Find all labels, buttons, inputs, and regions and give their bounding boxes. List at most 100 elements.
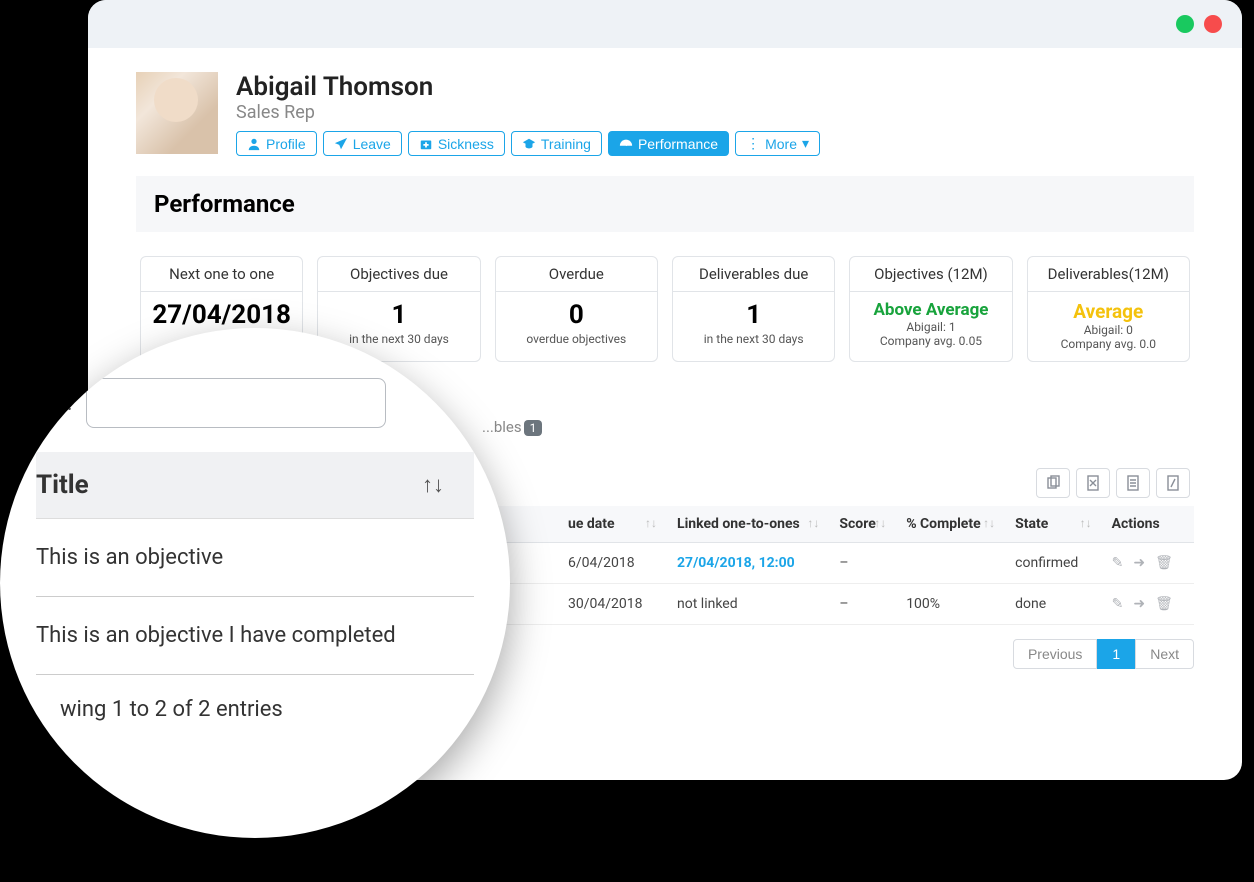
- objective-row[interactable]: This is an objective I have completed: [36, 597, 474, 675]
- cell-complete: 100%: [894, 584, 1003, 625]
- tab-profile-label: Profile: [266, 136, 306, 152]
- linked-one-to-one-link[interactable]: 27/04/2018, 12:00: [677, 555, 795, 571]
- card-deliverables-due: Deliverables due 1 in the next 30 days: [672, 256, 835, 362]
- card-line1: Abigail: 1: [850, 320, 1011, 334]
- cell-score: –: [827, 584, 894, 625]
- card-header: Deliverables(12M): [1028, 257, 1189, 292]
- search-label: rch:: [36, 391, 72, 416]
- profile-role: Sales Rep: [236, 102, 820, 123]
- tab-training[interactable]: Training: [511, 131, 602, 156]
- card-header: Deliverables due: [673, 257, 834, 292]
- go-icon[interactable]: ➜: [1133, 555, 1145, 571]
- title-column-header[interactable]: Title ↑↓: [36, 452, 474, 519]
- copy-icon: [1045, 475, 1061, 491]
- medkit-icon: [419, 137, 433, 151]
- tab-leave[interactable]: Leave: [323, 131, 402, 156]
- cell-state: done: [1003, 584, 1099, 625]
- table-info: wing 1 to 2 of 2 entries: [36, 675, 474, 722]
- tab-training-label: Training: [541, 136, 591, 152]
- cell-due: 30/04/2018: [556, 584, 665, 625]
- zoom-lens: rch: Title ↑↓ This is an objective This …: [0, 328, 510, 838]
- card-value: 27/04/2018: [141, 292, 302, 332]
- title-header-label: Title: [36, 470, 89, 500]
- export-csv-button[interactable]: [1116, 468, 1150, 498]
- prev-button[interactable]: Previous: [1013, 639, 1097, 669]
- tab-more[interactable]: ⋮ More ▾: [735, 131, 820, 156]
- go-icon[interactable]: ➜: [1133, 596, 1145, 612]
- export-pdf-button[interactable]: [1156, 468, 1190, 498]
- card-header: Next one to one: [141, 257, 302, 292]
- tab-sickness-label: Sickness: [438, 136, 494, 152]
- card-value: 0: [496, 292, 657, 332]
- sort-icon: ↑↓: [807, 516, 819, 530]
- card-sub: in the next 30 days: [673, 332, 834, 346]
- subtab-deliverables[interactable]: ...bles1: [476, 410, 548, 444]
- plane-icon: [334, 137, 348, 151]
- title-bar: [88, 0, 1242, 48]
- col-actions: Actions: [1100, 506, 1194, 543]
- more-dots-icon: ⋮: [746, 135, 760, 152]
- text-file-icon: [1125, 475, 1141, 491]
- col-linked[interactable]: Linked one-to-ones↑↓: [665, 506, 827, 543]
- card-deliverables-12m: Deliverables(12M) Average Abigail: 0 Com…: [1027, 256, 1190, 362]
- col-complete[interactable]: % Complete↑↓: [894, 506, 1003, 543]
- cell-complete: [894, 543, 1003, 584]
- col-state[interactable]: State↑↓: [1003, 506, 1099, 543]
- tab-performance[interactable]: Performance: [608, 131, 729, 156]
- cell-score: –: [827, 543, 894, 584]
- objective-row[interactable]: This is an objective: [36, 519, 474, 597]
- card-line2: Company avg. 0.0: [1028, 337, 1189, 351]
- cell-state: confirmed: [1003, 543, 1099, 584]
- card-sub: overdue objectives: [496, 332, 657, 346]
- cell-linked: 27/04/2018, 12:00: [665, 543, 827, 584]
- col-score[interactable]: Score↑↓: [827, 506, 894, 543]
- export-excel-button[interactable]: [1076, 468, 1110, 498]
- tab-profile[interactable]: Profile: [236, 131, 317, 156]
- card-rating: Above Average: [850, 292, 1011, 320]
- edit-icon[interactable]: ✎: [1112, 555, 1124, 571]
- card-value: 1: [318, 292, 479, 332]
- profile-name: Abigail Thomson: [236, 72, 820, 102]
- card-header: Objectives due: [318, 257, 479, 292]
- pdf-file-icon: [1165, 475, 1181, 491]
- card-overdue: Overdue 0 overdue objectives: [495, 256, 658, 362]
- person-icon: [247, 137, 261, 151]
- card-line2: Company avg. 0.05: [850, 334, 1011, 348]
- chevron-down-icon: ▾: [802, 135, 809, 152]
- section-heading: Performance: [136, 176, 1194, 232]
- sort-icon: ↑↓: [874, 516, 886, 530]
- dashboard-icon: [619, 137, 633, 151]
- graduation-cap-icon: [522, 137, 536, 151]
- sort-icon: ↑↓: [1080, 516, 1092, 530]
- cell-linked: not linked: [665, 584, 827, 625]
- sort-icon: ↑↓: [422, 472, 474, 498]
- window-minimize-dot[interactable]: [1176, 15, 1194, 33]
- copy-button[interactable]: [1036, 468, 1070, 498]
- card-header: Overdue: [496, 257, 657, 292]
- card-objectives-12m: Objectives (12M) Above Average Abigail: …: [849, 256, 1012, 362]
- excel-file-icon: [1085, 475, 1101, 491]
- subtab-badge: 1: [524, 420, 543, 436]
- tab-leave-label: Leave: [353, 136, 391, 152]
- next-button[interactable]: Next: [1135, 639, 1194, 669]
- cell-due: 6/04/2018: [556, 543, 665, 584]
- edit-icon[interactable]: ✎: [1112, 596, 1124, 612]
- trash-icon[interactable]: 🗑: [1155, 596, 1173, 612]
- profile-tabs: Profile Leave Sickness Training: [236, 131, 820, 156]
- page-1-button[interactable]: 1: [1097, 639, 1135, 669]
- card-header: Objectives (12M): [850, 257, 1011, 292]
- sort-icon: ↑↓: [645, 516, 657, 530]
- sort-icon: ↑↓: [983, 516, 995, 530]
- card-line1: Abigail: 0: [1028, 323, 1189, 337]
- avatar: [136, 72, 218, 154]
- subtab-label: ...bles: [482, 418, 522, 436]
- search-input[interactable]: [86, 378, 386, 428]
- tab-sickness[interactable]: Sickness: [408, 131, 505, 156]
- trash-icon[interactable]: 🗑: [1155, 555, 1173, 571]
- card-rating: Average: [1028, 292, 1189, 323]
- col-due-date[interactable]: ue date↑↓: [556, 506, 665, 543]
- card-value: 1: [673, 292, 834, 332]
- profile-header: Abigail Thomson Sales Rep Profile Leave …: [136, 72, 1194, 156]
- tab-more-label: More: [765, 136, 797, 152]
- window-close-dot[interactable]: [1204, 15, 1222, 33]
